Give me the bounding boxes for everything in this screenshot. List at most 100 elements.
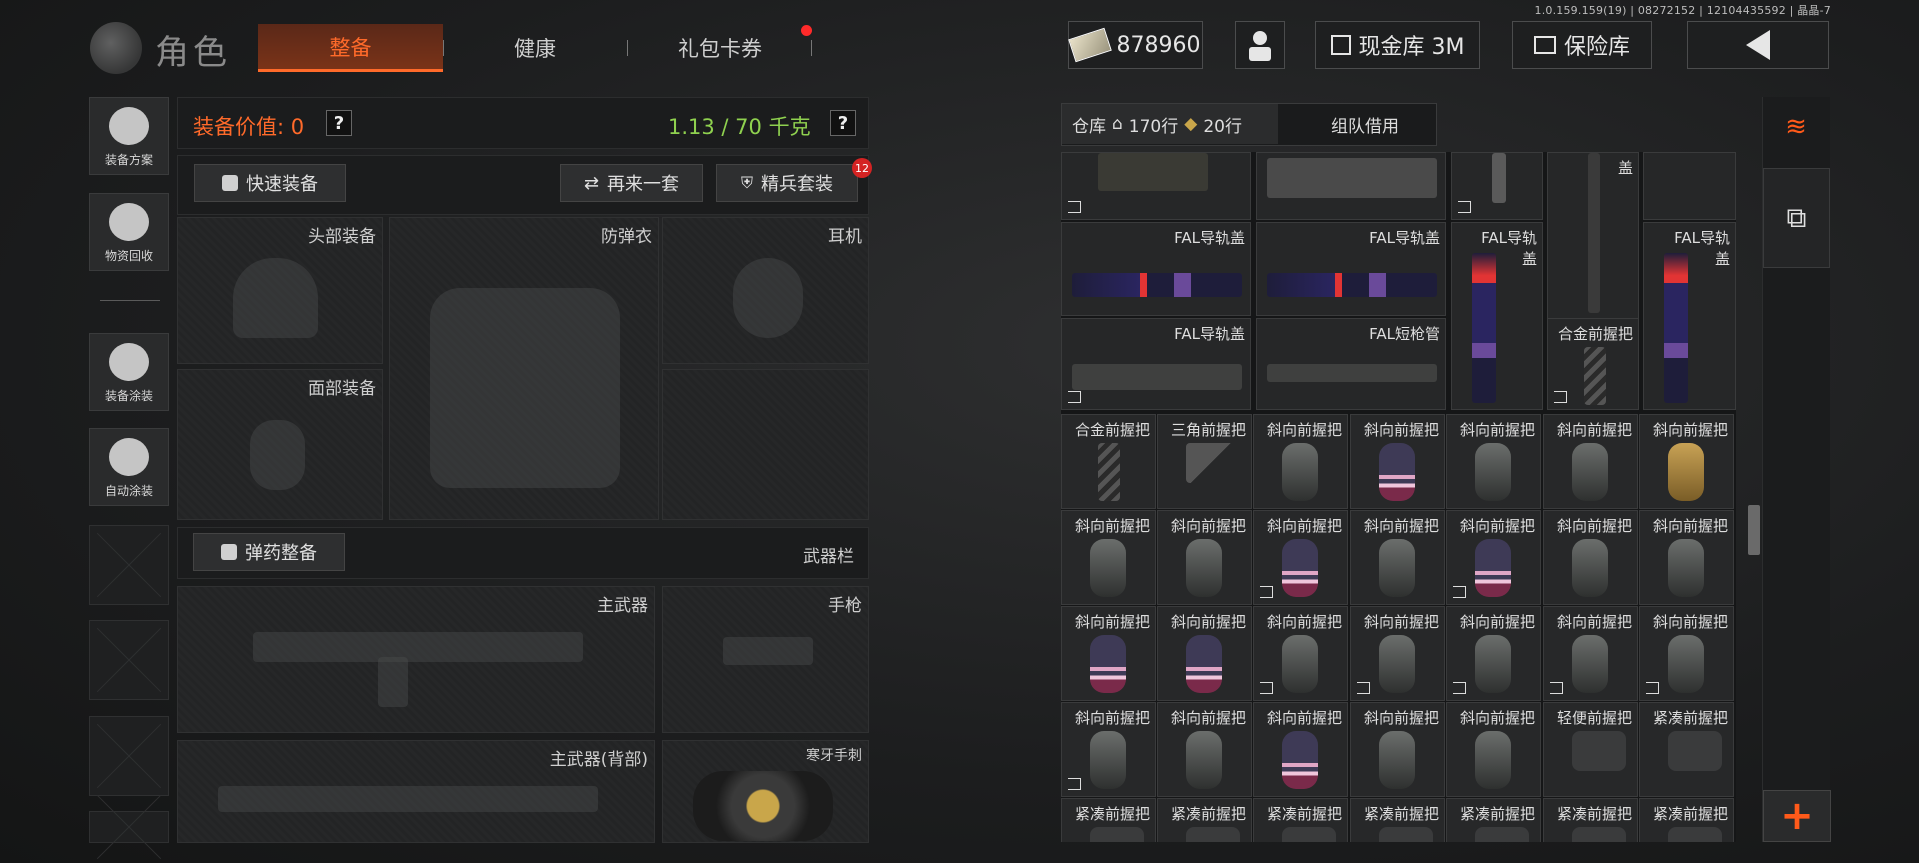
inventory-item[interactable]: FAL导轨盖 xyxy=(1256,222,1446,316)
inventory-item[interactable]: 斜向前握把 xyxy=(1157,510,1252,605)
share-icon xyxy=(1068,778,1081,790)
add-button[interactable]: + xyxy=(1763,790,1831,842)
slot-head[interactable]: 头部装备 xyxy=(177,217,383,364)
inventory-item[interactable] xyxy=(1451,152,1543,220)
back-button[interactable] xyxy=(1687,21,1829,69)
tab-health[interactable]: 健康 xyxy=(450,24,620,72)
slot-pistol[interactable]: 手枪 xyxy=(662,586,869,733)
sidebar-item-recycle[interactable]: 物资回收 xyxy=(89,193,169,271)
inventory-item[interactable]: 紧凑前握把 xyxy=(1446,798,1541,842)
inventory-item[interactable]: FAL短枪管 xyxy=(1256,318,1446,410)
inventory-item[interactable]: 紧凑前握把 xyxy=(1253,798,1348,842)
inventory-item[interactable]: 斜向前握把 xyxy=(1543,510,1638,605)
slot-melee-label: 寒牙手刺 xyxy=(806,748,862,764)
sidebar-item-auto-skin[interactable]: 自动涂装 xyxy=(89,428,169,506)
inventory-item[interactable]: 三角前握把 xyxy=(1157,414,1252,509)
inventory-item[interactable]: 斜向前握把 xyxy=(1639,414,1734,509)
tab-divider xyxy=(443,40,444,56)
slot-armor[interactable]: 防弹衣 xyxy=(389,217,659,520)
elite-badge: 12 xyxy=(852,158,872,178)
inventory-item[interactable]: 紧凑前握把 xyxy=(1543,798,1638,842)
inventory-item[interactable]: 紧凑前握把 xyxy=(1639,702,1734,797)
inventory-item[interactable]: FAL导轨盖 xyxy=(1061,318,1251,410)
inventory-item[interactable]: 斜向前握把 xyxy=(1157,702,1252,797)
inventory-item[interactable]: FAL导轨 盖 xyxy=(1643,222,1736,410)
inventory-item[interactable]: 斜向前握把 xyxy=(1446,606,1541,701)
inventory-item[interactable]: 紧凑前握把 xyxy=(1639,798,1734,842)
inventory-item[interactable]: 紧凑前握把 xyxy=(1157,798,1252,842)
share-icon xyxy=(1357,682,1370,694)
inventory-item[interactable]: 斜向前握把 xyxy=(1253,606,1348,701)
inventory-item[interactable]: 斜向前握把 xyxy=(1253,414,1348,509)
inventory-scrollbar[interactable] xyxy=(1748,505,1760,555)
slot-headset-label: 耳机 xyxy=(828,227,862,247)
value-help-icon[interactable]: ? xyxy=(326,110,352,136)
inventory-item[interactable]: 斜向前握把 xyxy=(1350,414,1445,509)
tab-warehouse[interactable]: 仓库 ⌂ 170行 ◆ 20行 xyxy=(1062,104,1278,144)
weight-help-icon[interactable]: ? xyxy=(830,110,856,136)
inventory-item[interactable]: 斜向前握把 xyxy=(1061,606,1156,701)
inventory-item[interactable]: 合金前握把 xyxy=(1061,414,1156,509)
tab-equip[interactable]: 整备 xyxy=(258,24,443,72)
inventory-grid[interactable]: 盖 FAL导轨盖 FAL导轨盖 FAL导轨 盖 FAL导轨 盖 FAL导轨盖 F… xyxy=(1061,152,1736,842)
sidebar-item-skin[interactable]: 装备涂装 xyxy=(89,333,169,411)
tab-gift-cards[interactable]: 礼包卡券 xyxy=(635,24,805,72)
role-logo-icon xyxy=(90,22,142,74)
slot-melee[interactable]: 寒牙手刺 xyxy=(662,740,869,843)
inventory-item[interactable]: 斜向前握把 xyxy=(1446,414,1541,509)
rifle-mag-icon xyxy=(378,657,408,707)
inventory-item[interactable]: 斜向前握把 xyxy=(1253,702,1348,797)
cash-vault-button[interactable]: 现金库 3M xyxy=(1315,21,1480,69)
ammo-prep-button[interactable]: 弹药整备 xyxy=(193,533,345,571)
inventory-item[interactable]: 斜向前握把 xyxy=(1350,606,1445,701)
inventory-item[interactable]: 斜向前握把 xyxy=(1639,510,1734,605)
item-name: 斜向前握把 xyxy=(1363,421,1439,439)
layers-download-icon[interactable]: ⧉ xyxy=(1763,168,1830,268)
inventory-item[interactable]: 斜向前握把 xyxy=(1350,510,1445,605)
inventory-item[interactable]: FAL导轨 盖 xyxy=(1451,222,1543,410)
slot-primary-weapon[interactable]: 主武器 xyxy=(177,586,655,733)
tab-team-borrow[interactable]: 组队借用 xyxy=(1292,104,1438,144)
inventory-item[interactable]: 斜向前握把 xyxy=(1446,702,1541,797)
inventory-item[interactable]: 紧凑前握把 xyxy=(1350,798,1445,842)
elite-set-button[interactable]: ⛨ 精兵套装 xyxy=(716,164,858,202)
inventory-item[interactable]: 斜向前握把 xyxy=(1639,606,1734,701)
rail-cover-icon xyxy=(1072,364,1242,390)
inventory-item[interactable]: 斜向前握把 xyxy=(1446,510,1541,605)
grip-icon xyxy=(1186,731,1222,789)
inventory-item[interactable]: 斜向前握把 xyxy=(1543,606,1638,701)
again-button[interactable]: ⇄ 再来一套 xyxy=(560,164,703,202)
inventory-item[interactable] xyxy=(1643,152,1736,220)
share-icon xyxy=(1068,201,1081,213)
safe-icon xyxy=(1533,36,1556,54)
inventory-item[interactable] xyxy=(1061,152,1251,220)
item-name: 斜向前握把 xyxy=(1266,517,1342,535)
slot-headset[interactable]: 耳机 xyxy=(662,217,869,364)
inventory-item[interactable]: 斜向前握把 xyxy=(1350,702,1445,797)
grip-icon xyxy=(1475,731,1511,789)
inventory-item[interactable]: FAL导轨盖 xyxy=(1061,222,1251,316)
cash-display[interactable]: 878960 xyxy=(1067,21,1203,69)
inventory-item[interactable]: 合金前握把 xyxy=(1547,318,1639,410)
inventory-item[interactable]: 斜向前握把 xyxy=(1253,510,1348,605)
inventory-item[interactable]: 斜向前握把 xyxy=(1543,414,1638,509)
grip-icon xyxy=(1572,635,1608,693)
inventory-item[interactable]: 斜向前握把 xyxy=(1061,702,1156,797)
slot-primary-back[interactable]: 主武器(背部) xyxy=(177,740,655,843)
inventory-item[interactable]: 紧凑前握把 xyxy=(1061,798,1156,842)
inventory-item[interactable]: 斜向前握把 xyxy=(1061,510,1156,605)
sort-layers-icon[interactable]: ≋ xyxy=(1773,107,1819,147)
sidebar-item-equip-plan[interactable]: 装备方案 xyxy=(89,97,169,175)
grip-icon xyxy=(1668,731,1722,771)
item-name: FAL导轨盖 xyxy=(1174,229,1245,247)
warehouse-rows-2: 20行 xyxy=(1203,116,1242,137)
grip-icon xyxy=(1584,347,1606,405)
agent-button[interactable] xyxy=(1235,21,1285,69)
inventory-item[interactable]: 轻便前握把 xyxy=(1543,702,1638,797)
inventory-item[interactable] xyxy=(1256,152,1446,220)
safe-button[interactable]: 保险库 xyxy=(1512,21,1652,69)
inventory-item[interactable]: 斜向前握把 xyxy=(1157,606,1252,701)
shirt-icon xyxy=(222,175,238,191)
slot-face[interactable]: 面部装备 xyxy=(177,369,383,520)
quick-equip-button[interactable]: 快速装备 xyxy=(194,164,346,202)
